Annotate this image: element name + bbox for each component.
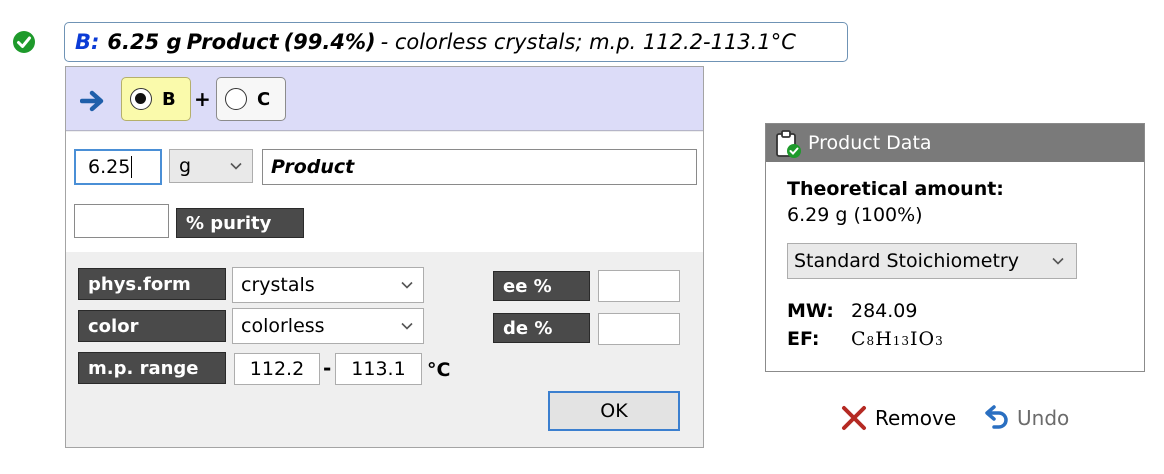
reactant-b-label: B [162, 88, 176, 110]
stoichiometry-value: Standard Stoichiometry [794, 250, 1019, 272]
mp-low-value: 112.2 [249, 358, 305, 380]
chevron-down-icon [401, 322, 413, 330]
amount-input[interactable]: 6.25 [74, 149, 162, 185]
summary-purity: (99.4%) [283, 30, 376, 54]
ee-label: ee % [493, 271, 590, 301]
phys-form-label: phys.form [78, 268, 226, 300]
plus-sign: + [194, 87, 211, 111]
mw-label: MW: [787, 300, 834, 322]
unit-value: g [179, 155, 192, 177]
remove-label: Remove [875, 406, 957, 430]
color-select[interactable]: colorless [232, 308, 424, 344]
mp-low-input[interactable]: 112.2 [234, 353, 320, 385]
close-icon [842, 406, 866, 430]
product-data-card: Product Data Theoretical amount: 6.29 g … [765, 123, 1145, 372]
product-name-value: Product [271, 156, 355, 178]
undo-icon [985, 405, 1008, 429]
ok-button[interactable]: OK [548, 391, 680, 431]
mp-range-dash: - [323, 356, 332, 380]
clipboard-check-icon [776, 130, 801, 158]
mp-unit-label: °C [427, 359, 451, 381]
reactant-selector-bar: B + C [66, 67, 703, 131]
product-data-header: Product Data [766, 124, 1144, 162]
stoichiometry-select[interactable]: Standard Stoichiometry [787, 243, 1077, 279]
reactant-c-label: C [257, 88, 271, 110]
de-label: de % [493, 313, 590, 343]
ee-input[interactable] [598, 270, 680, 302]
theoretical-amount-value: 6.29 g (100%) [787, 204, 923, 226]
summary-description: - colorless crystals; m.p. 112.2-113.1°C [380, 30, 796, 54]
check-circle-icon [13, 31, 35, 53]
product-data-title: Product Data [808, 132, 932, 154]
ef-label: EF: [787, 328, 820, 350]
radio-selected-icon [130, 88, 152, 110]
radio-unselected-icon [225, 88, 247, 110]
phys-form-select[interactable]: crystals [232, 267, 424, 303]
mw-value: 284.09 [851, 300, 918, 322]
product-edit-panel: B + C 6.25 g Product % purity phys.form … [65, 66, 704, 448]
reactant-c-radio[interactable]: C [216, 77, 286, 121]
text-caret [131, 156, 133, 178]
product-summary[interactable]: B: 6.25 g Product (99.4%) - colorless cr… [64, 22, 848, 62]
chevron-down-icon [401, 281, 413, 289]
undo-button[interactable]: Undo [982, 402, 1069, 434]
summary-reactant-label: B: [75, 30, 100, 54]
summary-product-name: Product [186, 30, 279, 54]
mp-high-value: 113.1 [351, 358, 406, 380]
de-input[interactable] [598, 313, 680, 345]
chevron-down-icon [230, 162, 242, 170]
amount-value: 6.25 [88, 156, 131, 178]
color-label: color [78, 310, 226, 342]
purity-input[interactable] [74, 204, 169, 238]
arrow-right-icon [80, 90, 104, 112]
reactant-b-radio[interactable]: B [121, 77, 191, 121]
phys-form-value: crystals [241, 274, 315, 296]
undo-label: Undo [1017, 406, 1070, 430]
color-value: colorless [241, 315, 325, 337]
purity-label: % purity [176, 208, 304, 238]
amount-section: 6.25 g Product % purity [66, 132, 703, 252]
mp-high-input[interactable]: 113.1 [335, 353, 422, 385]
product-name-input[interactable]: Product [262, 149, 697, 185]
remove-button[interactable]: Remove [840, 402, 956, 434]
ef-formula: C8H13IO3 [851, 328, 944, 350]
summary-amount: 6.25 g [107, 30, 182, 54]
theoretical-amount-label: Theoretical amount: [787, 178, 1004, 200]
unit-select[interactable]: g [169, 149, 253, 183]
mp-range-label: m.p. range [78, 352, 226, 384]
chevron-down-icon [1052, 257, 1064, 265]
